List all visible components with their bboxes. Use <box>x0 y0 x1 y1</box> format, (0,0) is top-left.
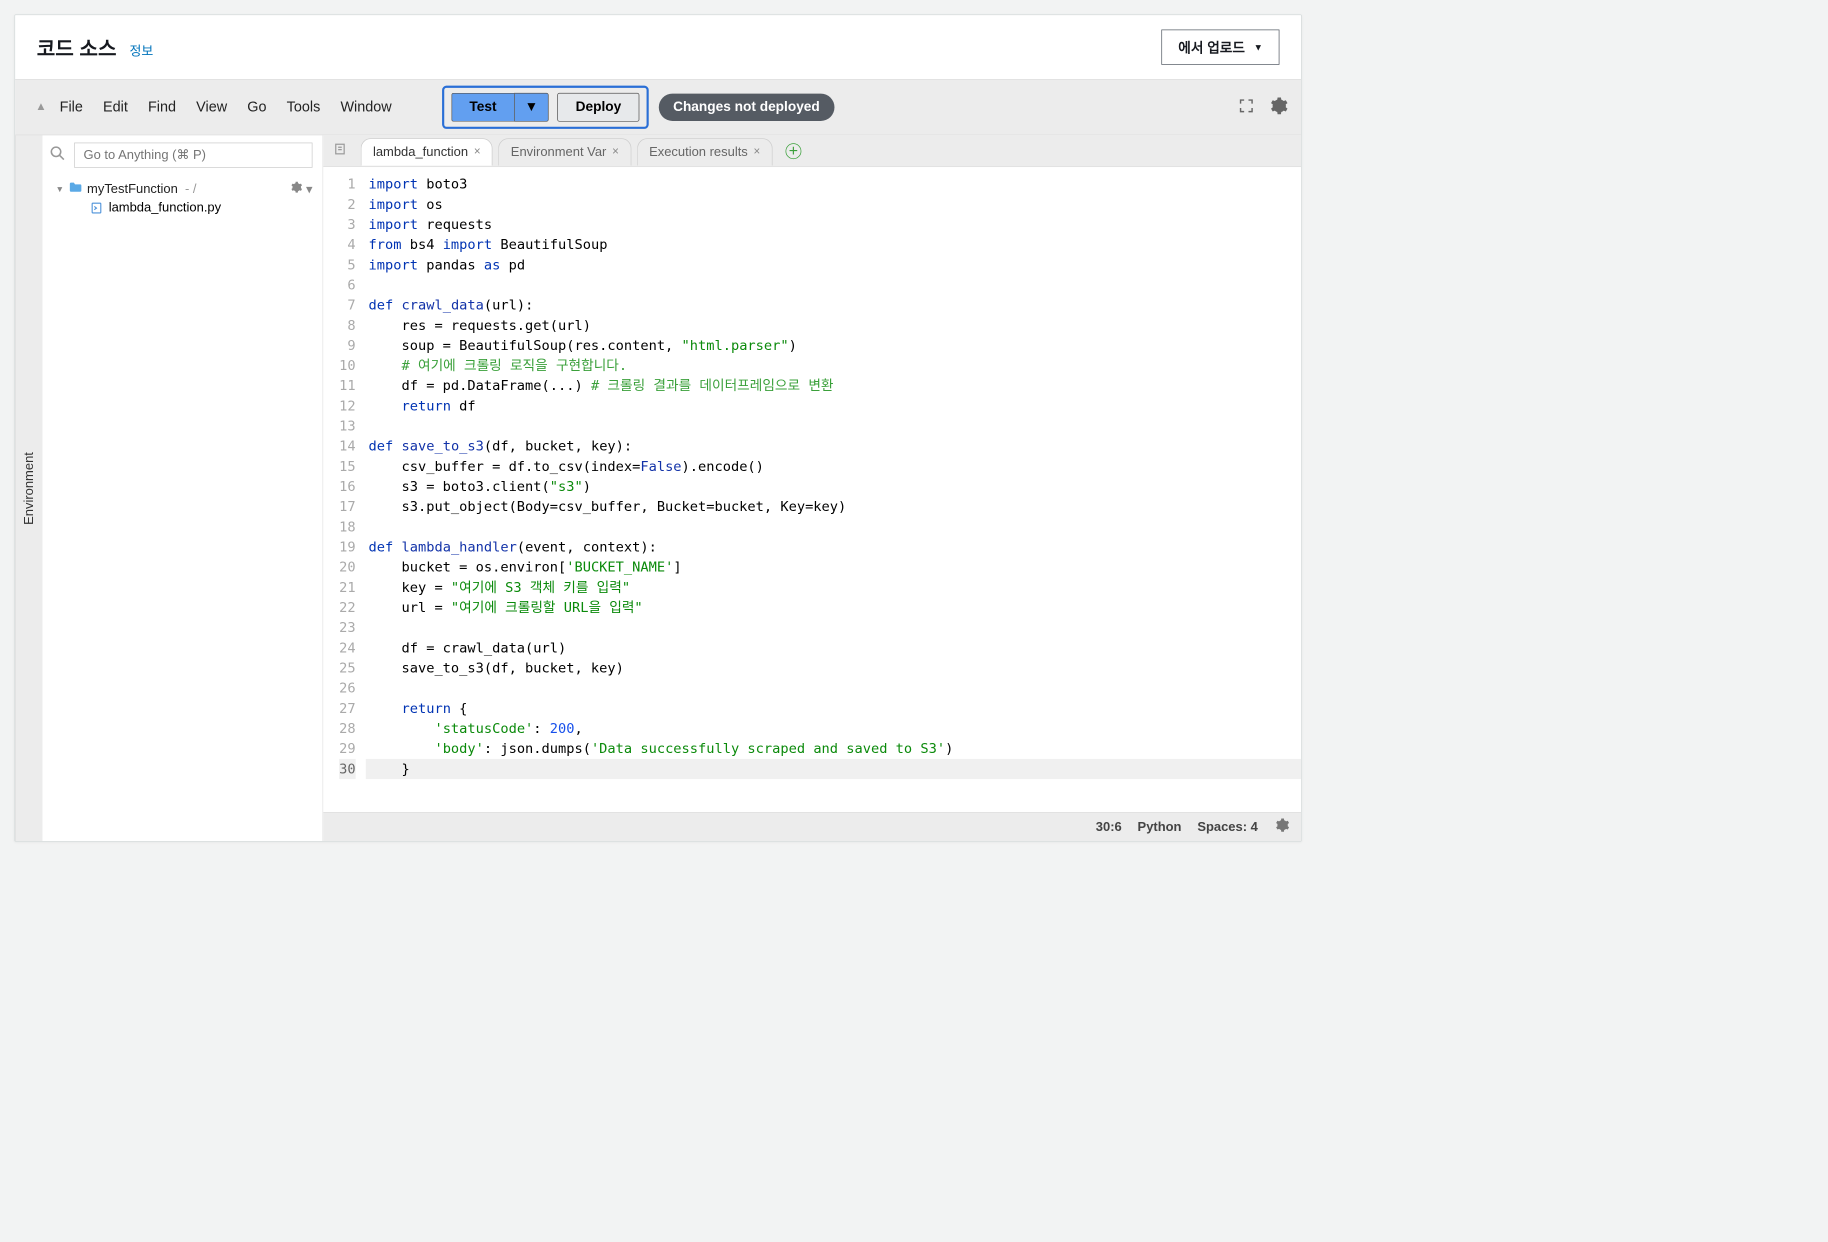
add-tab-button[interactable]: + <box>785 143 801 159</box>
code-line <box>366 275 1301 295</box>
tab-label: lambda_function <box>373 144 468 159</box>
environment-rail-tab[interactable]: Environment <box>15 135 42 841</box>
tab-label: Execution results <box>649 144 748 159</box>
code-line: import boto3 <box>366 174 1301 194</box>
language-mode[interactable]: Python <box>1138 819 1182 834</box>
code-line <box>366 517 1301 537</box>
code-line <box>366 678 1301 698</box>
menu-item-file[interactable]: File <box>60 99 83 116</box>
editor-tab[interactable]: lambda_function × <box>361 138 493 165</box>
code-editor[interactable]: import boto3import osimport requestsfrom… <box>366 167 1301 812</box>
upload-from-button[interactable]: 에서 업로드 ▼ <box>1162 30 1280 65</box>
test-button[interactable]: Test <box>451 93 513 122</box>
code-line: } <box>366 759 1301 779</box>
page-title: 코드 소스 <box>37 33 117 62</box>
code-line: csv_buffer = df.to_csv(index=False).enco… <box>366 456 1301 476</box>
folder-icon <box>68 181 82 196</box>
tree-file-label: lambda_function.py <box>109 200 221 215</box>
code-line: return df <box>366 396 1301 416</box>
code-line: df = crawl_data(url) <box>366 638 1301 658</box>
close-icon[interactable]: × <box>612 145 619 158</box>
code-line: import requests <box>366 215 1301 235</box>
editor-tab[interactable]: Execution results × <box>637 138 773 165</box>
code-line: def lambda_handler(event, context): <box>366 537 1301 557</box>
editor-tabs: lambda_function×Environment Var×Executio… <box>323 135 1301 167</box>
code-line <box>366 618 1301 638</box>
outline-icon[interactable] <box>333 142 347 160</box>
caret-down-icon: ▼ <box>525 99 539 114</box>
test-dropdown-button[interactable]: ▼ <box>514 93 549 122</box>
caret-down-icon: ▼ <box>1254 42 1263 53</box>
editor-tab[interactable]: Environment Var × <box>499 138 632 165</box>
fullscreen-icon[interactable] <box>1238 97 1255 118</box>
menu-bar: File Edit Find View Go Tools Window <box>60 99 392 116</box>
code-line: soup = BeautifulSoup(res.content, "html.… <box>366 336 1301 356</box>
code-line: 'body': json.dumps('Data successfully sc… <box>366 739 1301 759</box>
code-line: bucket = os.environ['BUCKET_NAME'] <box>366 557 1301 577</box>
tree-file-item[interactable]: lambda_function.py <box>55 200 312 215</box>
code-line: from bs4 import BeautifulSoup <box>366 235 1301 255</box>
menu-item-window[interactable]: Window <box>340 99 391 116</box>
code-line: url = "여기에 크롤링할 URL을 입력" <box>366 598 1301 618</box>
tree-root-label: myTestFunction <box>87 181 178 196</box>
tab-label: Environment Var <box>511 144 607 159</box>
chevron-down-icon: ▼ <box>55 184 64 194</box>
gear-icon[interactable]: ▾ <box>289 181 312 198</box>
close-icon[interactable]: × <box>474 145 481 158</box>
menu-item-go[interactable]: Go <box>247 99 266 116</box>
code-line: def save_to_s3(df, bucket, key): <box>366 436 1301 456</box>
code-line <box>366 416 1301 436</box>
tree-slash: - / <box>185 181 197 196</box>
file-icon <box>90 201 103 214</box>
tree-root-folder[interactable]: ▼ myTestFunction - / ▾ <box>55 178 312 200</box>
deploy-button[interactable]: Deploy <box>558 93 640 122</box>
indent-mode[interactable]: Spaces: 4 <box>1197 819 1258 834</box>
menu-item-find[interactable]: Find <box>148 99 176 116</box>
code-line: df = pd.DataFrame(...) # 크롤링 결과를 데이터프레임으… <box>366 376 1301 396</box>
code-line: import os <box>366 194 1301 214</box>
code-line: import pandas as pd <box>366 255 1301 275</box>
upload-from-label: 에서 업로드 <box>1178 37 1245 56</box>
deploy-status-badge: Changes not deployed <box>659 94 835 121</box>
line-gutter: 1234567891011121314151617181920212223242… <box>323 167 365 812</box>
info-link[interactable]: 정보 <box>129 41 153 60</box>
menu-item-tools[interactable]: Tools <box>287 99 321 116</box>
menu-item-edit[interactable]: Edit <box>103 99 128 116</box>
menu-item-view[interactable]: View <box>196 99 227 116</box>
goto-anything-input[interactable] <box>74 143 312 168</box>
gear-icon[interactable] <box>1268 95 1288 119</box>
code-line: # 여기에 크롤링 로직을 구현합니다. <box>366 356 1301 376</box>
code-line: res = requests.get(url) <box>366 315 1301 335</box>
code-line: s3 = boto3.client("s3") <box>366 477 1301 497</box>
code-line: s3.put_object(Body=csv_buffer, Bucket=bu… <box>366 497 1301 517</box>
search-icon[interactable] <box>48 144 67 166</box>
code-line: key = "여기에 S3 객체 키를 입력" <box>366 577 1301 597</box>
code-line: return { <box>366 698 1301 718</box>
collapse-icon[interactable]: ▲ <box>35 101 46 114</box>
gear-icon[interactable] <box>1274 817 1290 836</box>
code-line: save_to_s3(df, bucket, key) <box>366 658 1301 678</box>
test-deploy-highlight: Test ▼ Deploy <box>442 86 649 129</box>
cursor-position[interactable]: 30:6 <box>1096 819 1122 834</box>
code-line: def crawl_data(url): <box>366 295 1301 315</box>
code-line: 'statusCode': 200, <box>366 719 1301 739</box>
close-icon[interactable]: × <box>754 145 761 158</box>
